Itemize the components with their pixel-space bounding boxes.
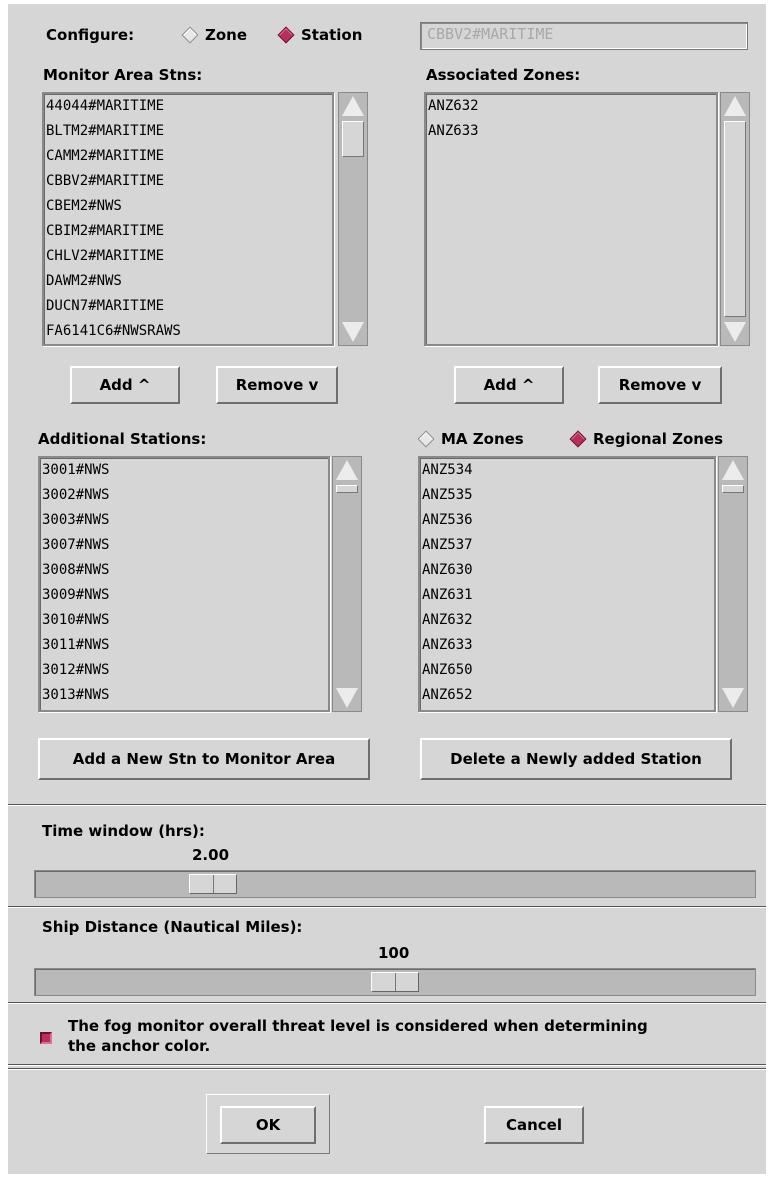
associated-zones-label: Associated Zones: xyxy=(426,66,581,84)
list-item[interactable]: ANZ633 xyxy=(420,633,714,658)
additional-stations-scrollbar[interactable] xyxy=(332,456,362,712)
ma-zones-radio-label: MA Zones xyxy=(441,430,524,448)
scroll-down-arrow-icon[interactable] xyxy=(336,688,358,708)
list-item[interactable]: CBIM2#MARITIME xyxy=(44,219,332,244)
threat-level-text: The fog monitor overall threat level is … xyxy=(68,1016,648,1056)
scroll-down-arrow-icon[interactable] xyxy=(722,688,744,708)
separator xyxy=(8,804,766,806)
scroll-up-arrow-icon[interactable] xyxy=(722,460,744,480)
list-item[interactable]: 3009#NWS xyxy=(40,583,328,608)
list-item[interactable]: ANZ632 xyxy=(420,608,714,633)
list-item[interactable]: 3001#NWS xyxy=(40,458,328,483)
regional-zones-radio-label: Regional Zones xyxy=(593,430,724,448)
list-item[interactable]: 3007#NWS xyxy=(40,533,328,558)
list-item[interactable]: ANZ632 xyxy=(426,94,716,119)
list-item[interactable]: 3013#NWS xyxy=(40,683,328,708)
list-item[interactable]: ANZ633 xyxy=(426,119,716,144)
list-item[interactable]: CBEM2#NWS xyxy=(44,194,332,219)
scroll-down-arrow-icon[interactable] xyxy=(724,322,746,342)
threat-level-checkbox[interactable] xyxy=(40,1032,52,1044)
list-item[interactable]: ANZ650 xyxy=(420,658,714,683)
add-new-station-button[interactable]: Add a New Stn to Monitor Area xyxy=(38,738,370,780)
ship-distance-label: Ship Distance (Nautical Miles): xyxy=(42,918,303,936)
add-zone-button[interactable]: Add ^ xyxy=(454,366,564,404)
separator xyxy=(8,1002,766,1004)
scroll-thumb[interactable] xyxy=(722,485,744,493)
station-radio-label: Station xyxy=(301,26,363,44)
scroll-thumb[interactable] xyxy=(342,121,364,157)
scroll-up-arrow-icon[interactable] xyxy=(724,96,746,116)
associated-zones-scrollbar[interactable] xyxy=(720,92,750,346)
list-item[interactable]: CBBV2#MARITIME xyxy=(44,169,332,194)
additional-stations-list[interactable]: 3001#NWS 3002#NWS 3003#NWS 3007#NWS 3008… xyxy=(38,456,330,712)
list-item[interactable]: DAWM2#NWS xyxy=(44,269,332,294)
separator xyxy=(8,1068,766,1070)
zone-radio[interactable]: Zone xyxy=(181,26,248,44)
time-window-label: Time window (hrs): xyxy=(42,822,205,840)
monitor-area-label: Monitor Area Stns: xyxy=(43,66,203,84)
monitor-area-list[interactable]: 44044#MARITIME BLTM2#MARITIME CAMM2#MARI… xyxy=(42,92,334,346)
monitor-area-scrollbar[interactable] xyxy=(338,92,368,346)
add-to-monitor-area-button[interactable]: Add ^ xyxy=(70,366,180,404)
list-item[interactable]: 44044#MARITIME xyxy=(44,94,332,119)
separator xyxy=(8,1064,766,1066)
list-item[interactable]: 3002#NWS xyxy=(40,483,328,508)
separator xyxy=(8,906,766,908)
list-item[interactable]: ANZ631 xyxy=(420,583,714,608)
station-radio[interactable]: Station xyxy=(277,26,363,44)
time-window-slider-handle[interactable] xyxy=(189,874,237,894)
ok-button[interactable]: OK xyxy=(220,1106,316,1144)
list-item[interactable]: CHLV2#MARITIME xyxy=(44,244,332,269)
time-window-slider[interactable] xyxy=(34,870,756,898)
scroll-thumb[interactable] xyxy=(724,121,746,317)
list-item[interactable]: 3012#NWS xyxy=(40,658,328,683)
scroll-up-arrow-icon[interactable] xyxy=(342,96,364,116)
list-item[interactable]: ANZ537 xyxy=(420,533,714,558)
list-item[interactable]: 3003#NWS xyxy=(40,508,328,533)
station-radio-indicator xyxy=(277,26,295,44)
list-item[interactable]: ANZ535 xyxy=(420,483,714,508)
list-item[interactable]: CAMM2#MARITIME xyxy=(44,144,332,169)
list-item[interactable]: ANZ536 xyxy=(420,508,714,533)
configure-label: Configure: xyxy=(46,26,135,44)
fog-monitor-config-dialog: Configure: Zone Station CBBV2#MARITIME M… xyxy=(8,4,766,1174)
list-item[interactable]: FA6141C6#NWSRAWS xyxy=(44,319,332,344)
zone-radio-indicator xyxy=(181,26,199,44)
list-item[interactable]: 3011#NWS xyxy=(40,633,328,658)
list-item[interactable]: BLTM2#MARITIME xyxy=(44,119,332,144)
scroll-thumb[interactable] xyxy=(336,485,358,493)
list-item[interactable]: ANZ630 xyxy=(420,558,714,583)
zones-list[interactable]: ANZ534 ANZ535 ANZ536 ANZ537 ANZ630 ANZ63… xyxy=(418,456,716,712)
associated-zones-list[interactable]: ANZ632 ANZ633 xyxy=(424,92,718,346)
ship-distance-slider-handle[interactable] xyxy=(371,972,419,992)
ma-zones-radio[interactable]: MA Zones xyxy=(417,430,524,448)
list-item[interactable]: 3008#NWS xyxy=(40,558,328,583)
remove-from-monitor-area-button[interactable]: Remove v xyxy=(216,366,338,404)
list-item[interactable]: ANZ652 xyxy=(420,683,714,708)
list-item[interactable]: 3010#NWS xyxy=(40,608,328,633)
scroll-up-arrow-icon[interactable] xyxy=(336,460,358,480)
zones-scrollbar[interactable] xyxy=(718,456,748,712)
regional-zones-radio-indicator xyxy=(569,430,587,448)
delete-new-station-button[interactable]: Delete a Newly added Station xyxy=(420,738,732,780)
current-station-field[interactable]: CBBV2#MARITIME xyxy=(420,22,748,50)
cancel-button[interactable]: Cancel xyxy=(484,1106,584,1144)
ship-distance-value: 100 xyxy=(378,944,410,962)
time-window-value: 2.00 xyxy=(192,846,230,864)
regional-zones-radio[interactable]: Regional Zones xyxy=(569,430,724,448)
list-item[interactable]: DUCN7#MARITIME xyxy=(44,294,332,319)
threat-level-line-2: the anchor color. xyxy=(68,1037,211,1055)
threat-level-line-1: The fog monitor overall threat level is … xyxy=(68,1017,648,1035)
list-item[interactable]: ANZ534 xyxy=(420,458,714,483)
remove-zone-button[interactable]: Remove v xyxy=(598,366,722,404)
ma-zones-radio-indicator xyxy=(417,430,435,448)
scroll-down-arrow-icon[interactable] xyxy=(342,322,364,342)
ship-distance-slider[interactable] xyxy=(34,968,756,996)
additional-stations-label: Additional Stations: xyxy=(38,430,207,448)
zone-radio-label: Zone xyxy=(205,26,248,44)
